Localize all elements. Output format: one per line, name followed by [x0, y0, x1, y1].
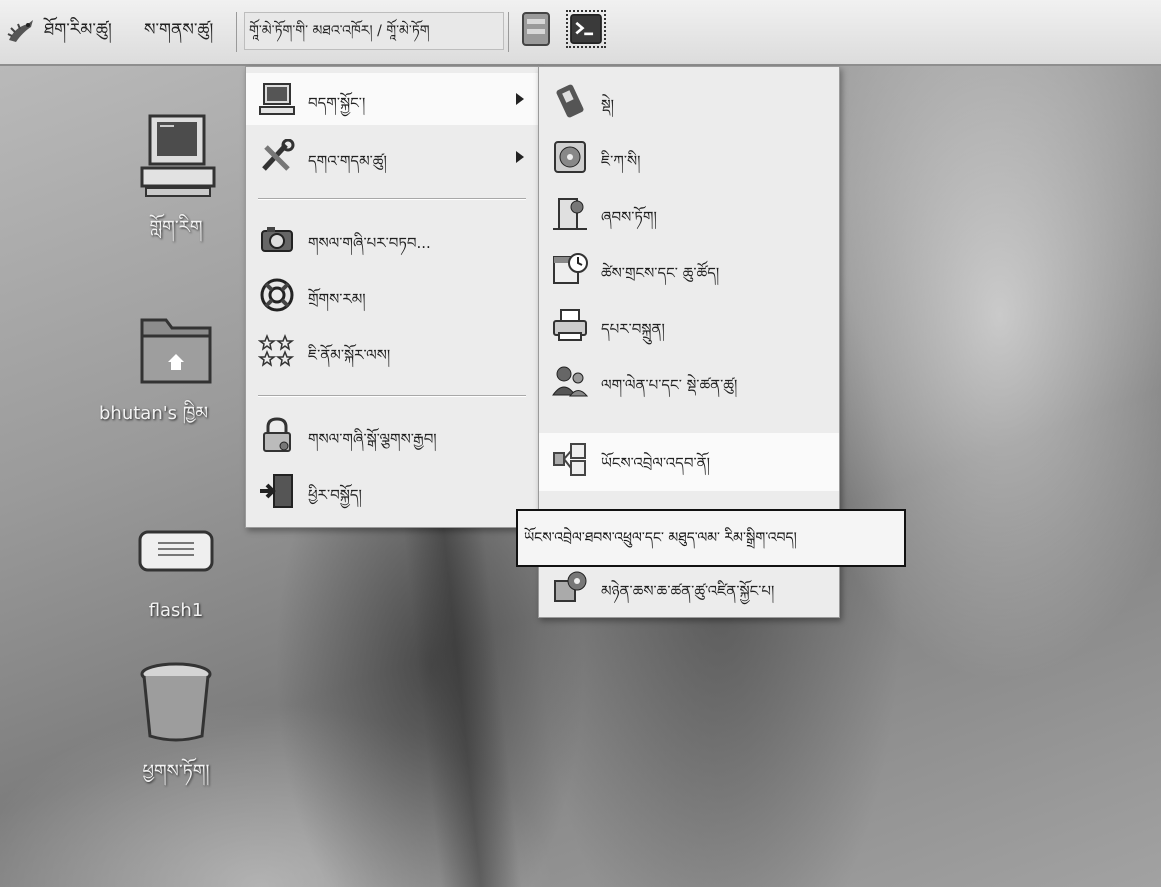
menu-item-label: གྲོགས་རམ། [308, 290, 366, 308]
menu-item-lock-screen[interactable]: གསལ་གཞི་སྒོ་ལྕགས་རྒྱབ། [246, 409, 538, 461]
menu-separator [258, 395, 526, 397]
switch-icon [551, 83, 589, 119]
tools-icon [258, 138, 296, 175]
tooltip: ཡོངས་འབྲེལ་ཐབས་འཕྲུལ་དང་ མཐུད་ལམ་ རིམ་སྒ… [516, 509, 906, 567]
desktop-icon-trash[interactable]: ཕྱགས་ཏོག། [101, 660, 251, 802]
home-folder-icon [136, 310, 216, 386]
menu-item-label: དཔར་བསྐྲུན། [601, 320, 665, 338]
submenu-arrow-icon [516, 151, 524, 163]
lifebuoy-icon [258, 277, 296, 313]
menu-item-label: ཇི་ནོམ་སྐོར་ལས། [308, 346, 391, 364]
removable-drive-icon [136, 528, 216, 574]
menu-item-label: བདག་སྐྱོང་། [308, 94, 366, 112]
terminal-launcher-icon[interactable] [566, 10, 606, 48]
menu-item-preferences[interactable]: དགའ་གདམ་ཚུ། [246, 131, 538, 183]
lock-icon [258, 417, 296, 453]
menu-item-label: ཚེས་གྲངས་དང་ ཆུ་ཚོད། [601, 264, 720, 282]
desktop-icon-flash[interactable]: flash1 [101, 528, 251, 621]
trash-icon [136, 660, 216, 744]
computer-icon [258, 81, 296, 117]
submenu-item-3[interactable]: ཞབས་ཏོག། [539, 187, 839, 239]
computer-icon [136, 110, 216, 200]
desktop-icon-home[interactable]: bhutan's ཁྱིམ [99, 310, 251, 444]
submenu-item-network[interactable]: ཡོངས་འབྲེལ་འདབ་ནོ། [539, 433, 839, 491]
submenu-item-1[interactable]: སྡེ། [539, 75, 839, 127]
menu-item-label: ཇི་ཀ་སི། [601, 152, 641, 170]
menu-item-label: གསལ་གཞི་སྒོ་ལྕགས་རྒྱབ། [308, 430, 437, 448]
top-panel: ཐོག་རིམ་ཚུ། ས་གནས་ཚུ། གཱོ་མེ་ཏོག་གི་ མཐའ… [0, 0, 1161, 66]
desktop-icon-label: གློག་རིག [149, 217, 203, 238]
menu-item-label: དགའ་གདམ་ཚུ། [308, 152, 387, 170]
submenu-item-2[interactable]: ཇི་ཀ་སི། [539, 131, 839, 183]
submenu-arrow-icon [516, 93, 524, 105]
submenu-item-5[interactable]: དཔར་བསྐྲུན། [539, 299, 839, 351]
main-menu-logo-icon[interactable] [6, 16, 36, 46]
places-menu[interactable]: ས་གནས་ཚུ། [140, 10, 217, 50]
submenu-item-6[interactable]: ལག་ལེན་པ་དང་ སྡེ་ཚན་ཚུ། [539, 355, 839, 407]
desktop-icon-label: bhutan's ཁྱིམ [99, 403, 209, 424]
camera-icon [258, 221, 296, 257]
menu-item-label: ཞབས་ཏོག། [601, 208, 657, 226]
menu-item-label: སྡེ། [601, 96, 615, 114]
desktop-icon-computer[interactable]: གློག་རིག [101, 110, 251, 258]
disc-icon [551, 139, 589, 175]
menu-item-label: ལག་ལེན་པ་དང་ སྡེ་ཚན་ཚུ། [601, 376, 738, 394]
printer-icon [551, 307, 589, 343]
exit-door-icon [258, 473, 296, 509]
menu-item-label: མཉེན་ཆས་ཆ་ཚན་ཚུ་འཛིན་སྐྱོང་པ། [601, 582, 775, 600]
package-manager-icon [551, 569, 589, 605]
desktop-icon-label: flash1 [148, 600, 204, 621]
system-dropdown-menu: བདག་སྐྱོང་། དགའ་གདམ་ཚུ། གསལ་གཞི་པར་བཏབ..… [245, 66, 539, 528]
services-door-icon [551, 195, 589, 231]
submenu-item-8[interactable]: མཉེན་ཆས་ཆ་ཚན་ཚུ་འཛིན་སྐྱོང་པ། [539, 561, 839, 613]
menu-item-label: ཕྱིར་བསྐྱོད། [308, 486, 362, 504]
panel-separator [236, 12, 237, 52]
calendar-clock-icon [551, 251, 589, 287]
network-icon [551, 441, 589, 477]
menu-item-help[interactable]: གྲོགས་རམ། [246, 269, 538, 321]
menu-item-administration[interactable]: བདག་སྐྱོང་། [246, 73, 538, 125]
menu-item-about-gnome[interactable]: ཇི་ནོམ་སྐོར་ལས། [246, 325, 538, 377]
submenu-item-4[interactable]: ཚེས་གྲངས་དང་ ཆུ་ཚོད། [539, 243, 839, 295]
menu-item-label: གསལ་གཞི་པར་བཏབ... [308, 234, 431, 252]
system-menu[interactable]: གཱོ་མེ་ཏོག་གི་ མཐའ་འཁོར། / གཱོ་མེ་ཏོག [244, 12, 504, 50]
menu-separator [258, 198, 526, 200]
users-groups-icon [551, 363, 589, 399]
menu-item-label: ཡོངས་འབྲེལ་འདབ་ནོ། [601, 454, 710, 472]
applications-menu[interactable]: ཐོག་རིམ་ཚུ། [40, 10, 116, 50]
menu-item-log-out[interactable]: ཕྱིར་བསྐྱོད། [246, 465, 538, 517]
stars-icon [257, 333, 296, 369]
menu-item-screenshot[interactable]: གསལ་གཞི་པར་བཏབ... [246, 213, 538, 265]
panel-separator [508, 12, 509, 52]
text-editor-launcher-icon[interactable] [520, 10, 552, 48]
desktop-icon-label: ཕྱགས་ཏོག། [142, 761, 210, 782]
